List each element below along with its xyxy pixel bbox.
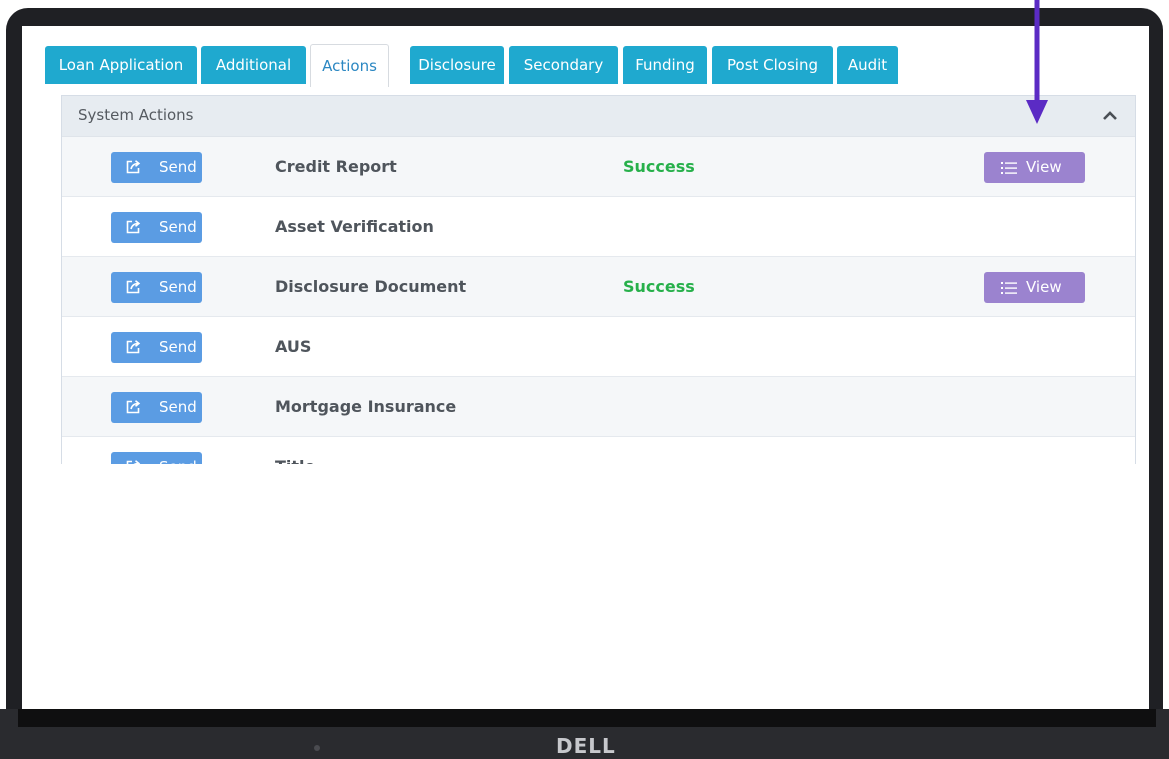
share-icon <box>126 340 141 354</box>
status-text: Success <box>623 157 695 176</box>
tab-funding[interactable]: Funding <box>623 46 707 84</box>
tab-loan-application[interactable]: Loan Application <box>45 46 197 84</box>
send-button[interactable]: Send <box>111 272 202 303</box>
send-button-label: Send <box>159 278 197 296</box>
view-button[interactable]: View <box>984 272 1085 303</box>
view-button-label: View <box>1026 158 1062 176</box>
action-row: Send Mortgage Insurance <box>62 377 1135 437</box>
app-screen: Loan Application Additional Actions Disc… <box>22 26 1149 709</box>
send-button[interactable]: Send <box>111 392 202 423</box>
share-icon <box>126 160 141 174</box>
send-button[interactable]: Send <box>111 212 202 243</box>
send-button-label: Send <box>159 158 197 176</box>
status-text: Success <box>623 277 695 296</box>
camera-dot <box>314 745 320 751</box>
action-name: Mortgage Insurance <box>275 397 457 416</box>
send-button[interactable]: Send <box>111 332 202 363</box>
action-row: Send Credit Report Success View <box>62 137 1135 197</box>
send-button-label: Send <box>159 338 197 356</box>
action-name: Asset Verification <box>275 217 434 236</box>
action-row: Send Asset Verification <box>62 197 1135 257</box>
action-row: Send Disclosure Document Success View <box>62 257 1135 317</box>
action-name: Credit Report <box>275 157 397 176</box>
chevron-up-icon[interactable] <box>1103 110 1117 120</box>
tab-actions[interactable]: Actions <box>310 44 389 87</box>
action-row: Send AUS <box>62 317 1135 377</box>
share-icon <box>126 400 141 414</box>
tab-secondary[interactable]: Secondary <box>509 46 618 84</box>
action-name: AUS <box>275 337 312 356</box>
tab-additional[interactable]: Additional <box>201 46 306 84</box>
brand-logo: DELL <box>556 734 616 758</box>
share-icon <box>126 280 141 294</box>
list-icon <box>1001 162 1017 174</box>
blank-area <box>22 464 1149 709</box>
panel-header[interactable]: System Actions <box>62 96 1135 137</box>
share-icon <box>126 220 141 234</box>
bezel-stripe <box>18 709 1156 727</box>
tab-post-closing[interactable]: Post Closing <box>712 46 833 84</box>
panel-title: System Actions <box>78 106 194 124</box>
view-button-label: View <box>1026 278 1062 296</box>
send-button-label: Send <box>159 218 197 236</box>
send-button[interactable]: Send <box>111 152 202 183</box>
system-actions-panel: System Actions Send Credit Report Succes… <box>61 95 1136 516</box>
annotation-arrow-icon <box>1026 0 1048 124</box>
view-button[interactable]: View <box>984 152 1085 183</box>
list-icon <box>1001 282 1017 294</box>
tab-audit[interactable]: Audit <box>837 46 898 84</box>
action-name: Disclosure Document <box>275 277 467 296</box>
tab-disclosure[interactable]: Disclosure <box>410 46 504 84</box>
send-button-label: Send <box>159 398 197 416</box>
